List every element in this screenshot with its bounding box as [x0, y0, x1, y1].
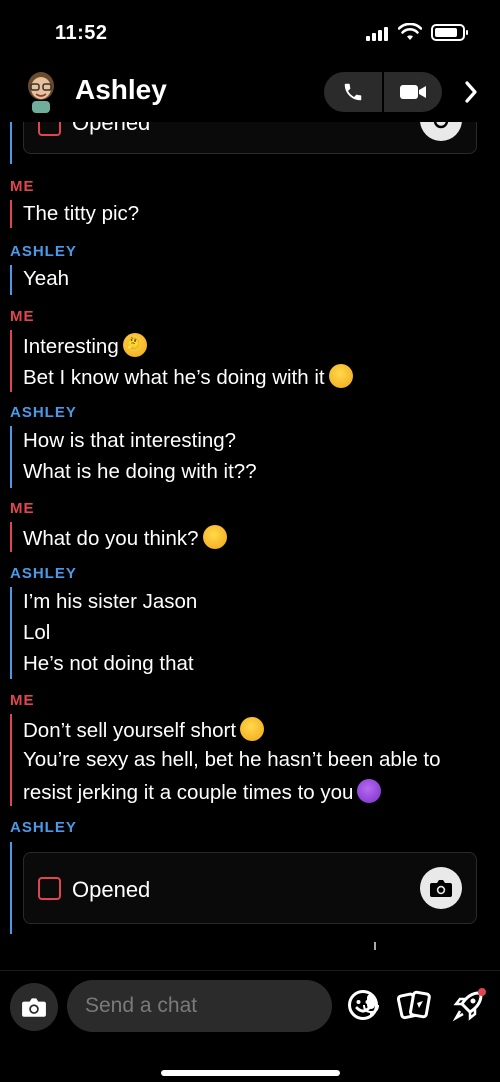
video-call-button[interactable]: [384, 72, 442, 112]
message-line[interactable]: resist jerking it a couple times to you: [23, 779, 382, 805]
thinking-face-icon: 🤔: [122, 333, 147, 357]
smiling-devil-icon: [357, 779, 382, 803]
cellular-signal-icon: [366, 27, 388, 41]
chat-input[interactable]: [85, 992, 285, 1020]
sender-label: ASHLEY: [10, 404, 77, 421]
status-bar: 11:52: [0, 0, 500, 64]
camera-button[interactable]: [10, 983, 58, 1031]
message-text[interactable]: I’m his sister Jason: [23, 590, 197, 614]
message-bar: [10, 842, 12, 934]
battery-icon: [431, 24, 468, 41]
chat-input-container: [67, 980, 379, 1032]
message-bar: [10, 330, 12, 392]
snap-opened-icon: [38, 877, 61, 900]
notification-dot: [478, 988, 486, 996]
message-text[interactable]: What is he doing with it??: [23, 460, 257, 484]
message-line[interactable]: What do you think?: [23, 525, 227, 551]
camera-icon: [430, 880, 452, 897]
message-text: resist jerking it a couple times to you: [23, 781, 354, 804]
snap-card[interactable]: Opened: [23, 852, 477, 924]
message-text: Bet I know what he’s doing with it: [23, 366, 325, 389]
sender-label: ASHLEY: [10, 565, 77, 582]
message-bar: [10, 265, 12, 295]
smiley-icon[interactable]: [347, 989, 379, 1021]
message-bar: [10, 426, 12, 488]
message-text[interactable]: You’re sexy as hell, bet he hasn’t been …: [23, 748, 441, 772]
message-bar: [10, 587, 12, 679]
bitmoji-avatar[interactable]: [22, 69, 60, 113]
call-actions: [324, 72, 442, 112]
sender-label: ASHLEY: [10, 819, 77, 836]
wifi-icon: [398, 23, 422, 40]
message-text[interactable]: Lol: [23, 621, 50, 645]
sender-label: ASHLEY: [10, 243, 77, 260]
voice-call-button[interactable]: [324, 72, 382, 112]
snap-status: Opened: [72, 877, 151, 902]
message-bar: [10, 122, 12, 164]
cards-icon[interactable]: [397, 989, 433, 1021]
smirking-face-icon: [240, 717, 265, 741]
sender-label: ME: [10, 308, 35, 325]
camera-icon: [22, 998, 46, 1017]
replay-camera-button[interactable]: [420, 867, 462, 909]
sender-label: ME: [10, 500, 35, 517]
smirking-face-icon: [202, 525, 227, 549]
games-button[interactable]: [451, 987, 487, 1023]
message-line[interactable]: Interesting 🤔: [23, 333, 147, 359]
chat-thread[interactable]: Opened ME The titty pic? ASHLEY Yeah ME …: [0, 122, 500, 970]
snap-status: Opened: [72, 122, 151, 135]
more-button[interactable]: [455, 74, 487, 110]
phone-icon: [344, 83, 362, 101]
message-line[interactable]: Don’t sell yourself short: [23, 717, 265, 743]
message-text[interactable]: He’s not doing that: [23, 652, 194, 676]
message-text[interactable]: Yeah: [23, 267, 69, 291]
contact-name[interactable]: Ashley: [75, 74, 167, 106]
message-text: Don’t sell yourself short: [23, 719, 237, 742]
sender-label: ME: [10, 178, 35, 195]
message-text[interactable]: The titty pic?: [23, 202, 139, 226]
camera-icon: [433, 122, 449, 129]
message-bar: [10, 200, 12, 228]
status-time: 11:52: [55, 22, 108, 44]
home-indicator[interactable]: [161, 1070, 340, 1076]
laughing-face-icon: [328, 364, 353, 388]
replay-camera-button[interactable]: [420, 122, 462, 141]
video-camera-icon: [400, 85, 426, 99]
message-bar: [10, 714, 12, 806]
message-text[interactable]: How is that interesting?: [23, 429, 236, 453]
snap-card[interactable]: Opened: [23, 122, 477, 154]
chat-header: Ashley: [0, 64, 500, 122]
sender-label: ME: [10, 692, 35, 709]
snap-opened-icon: [38, 122, 61, 136]
message-text: Interesting: [23, 335, 119, 358]
message-bar: [10, 522, 12, 552]
message-line[interactable]: Bet I know what he’s doing with it: [23, 364, 353, 390]
message-text: What do you think?: [23, 527, 199, 550]
chat-composer: [0, 970, 500, 1082]
typing-indicator: [374, 942, 376, 950]
chevron-right-icon: [465, 81, 477, 103]
